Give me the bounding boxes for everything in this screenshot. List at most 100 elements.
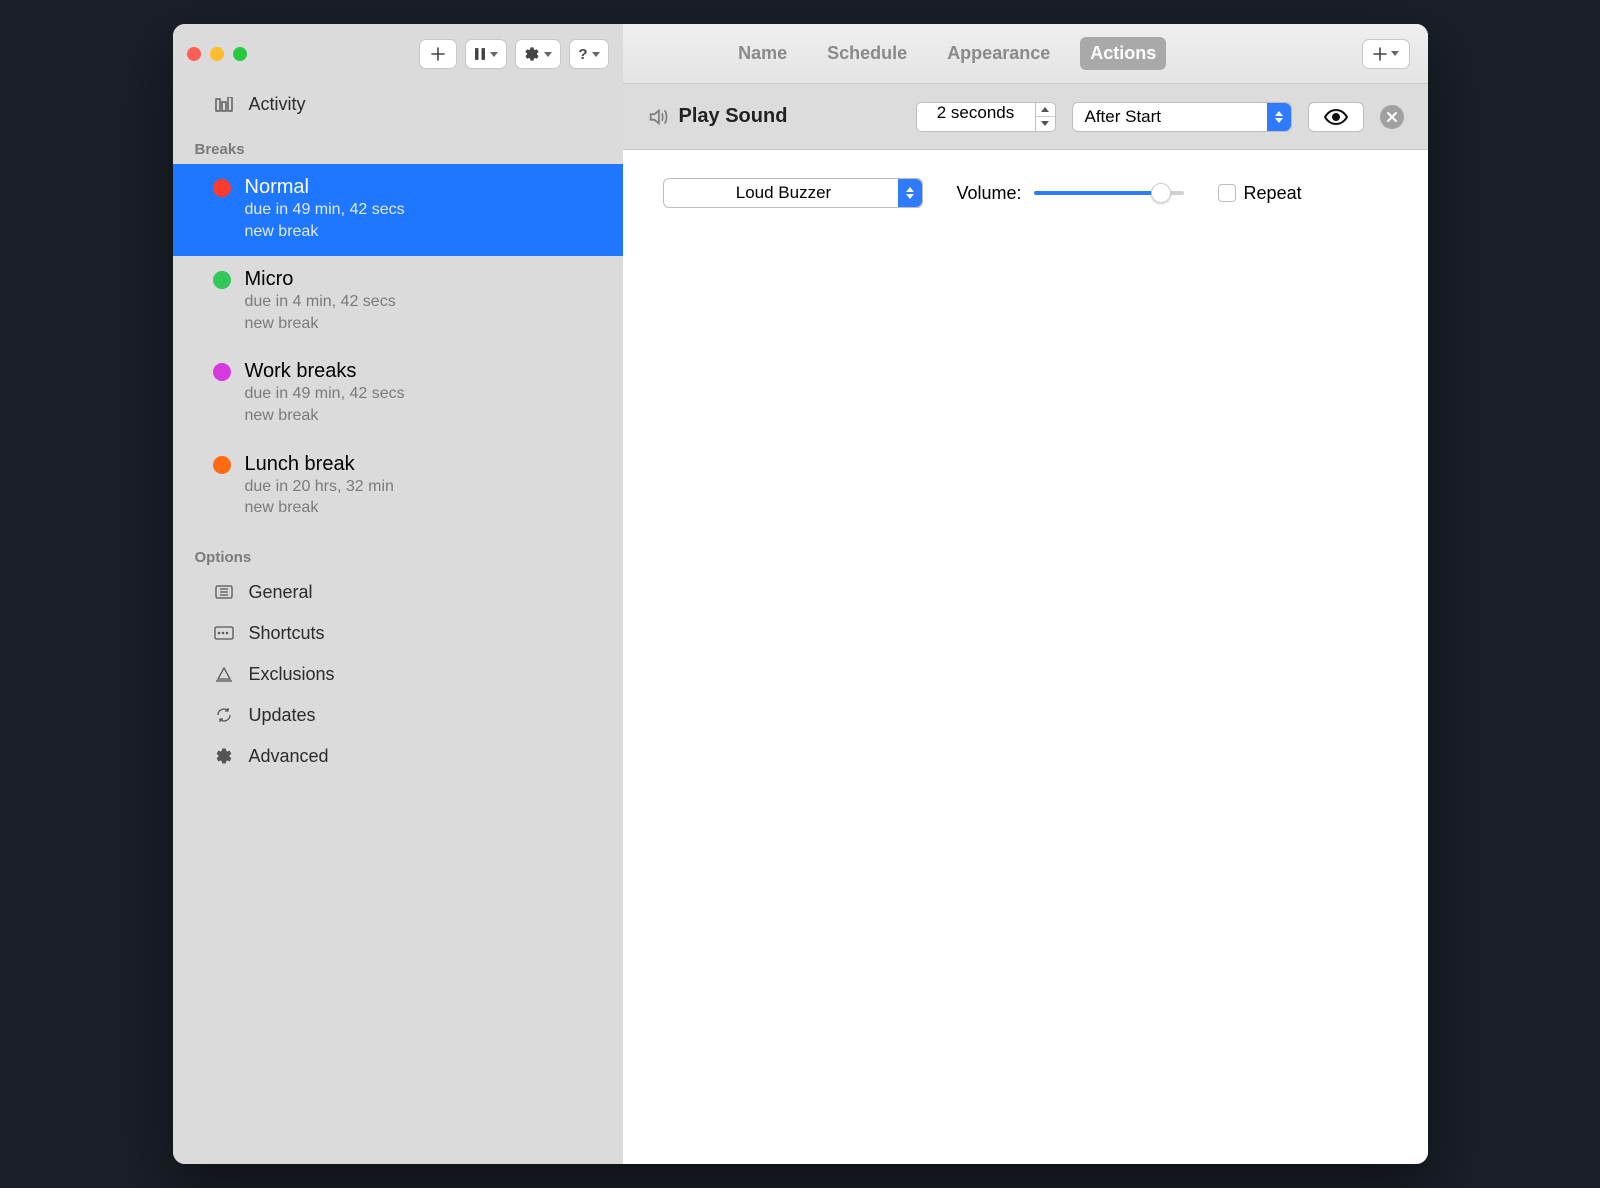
break-item-normal[interactable]: Normal due in 49 min, 42 secs new break — [173, 164, 623, 256]
option-label: Updates — [249, 705, 316, 726]
chevron-down-icon — [490, 52, 498, 57]
sidebar-toolbar: ? — [173, 24, 623, 84]
break-due: due in 49 min, 42 secs — [245, 383, 405, 405]
breaks-list: Normal due in 49 min, 42 secs new break … — [173, 164, 623, 533]
repeat-label: Repeat — [1244, 183, 1302, 204]
slider-thumb[interactable] — [1151, 183, 1171, 203]
add-break-button[interactable] — [419, 39, 457, 69]
option-label: Shortcuts — [249, 623, 325, 644]
refresh-icon — [213, 706, 235, 724]
break-note: new break — [245, 405, 405, 427]
close-window-button[interactable] — [187, 47, 201, 61]
remove-action-button[interactable] — [1380, 105, 1404, 129]
sidebar-item-shortcuts[interactable]: Shortcuts — [173, 613, 623, 654]
break-item-micro[interactable]: Micro due in 4 min, 42 secs new break — [173, 256, 623, 348]
speaker-icon — [647, 106, 669, 128]
repeat-checkbox[interactable]: Repeat — [1218, 183, 1302, 204]
timing-value: After Start — [1085, 107, 1162, 127]
color-dot — [213, 363, 231, 381]
action-title: Play Sound — [647, 105, 788, 128]
pause-icon — [474, 47, 486, 61]
question-icon: ? — [578, 46, 587, 63]
volume-label: Volume: — [957, 183, 1022, 204]
activity-icon — [213, 97, 235, 113]
break-item-lunch-break[interactable]: Lunch break due in 20 hrs, 32 min new br… — [173, 441, 623, 533]
break-due: due in 20 hrs, 32 min — [245, 476, 394, 498]
plus-icon — [431, 47, 445, 61]
sidebar-item-general[interactable]: General — [173, 572, 623, 613]
break-note: new break — [245, 497, 394, 519]
color-dot — [213, 179, 231, 197]
volume-slider[interactable] — [1034, 183, 1184, 203]
add-action-button[interactable] — [1362, 39, 1410, 69]
action-title-text: Play Sound — [679, 105, 788, 128]
gear-icon — [524, 46, 540, 62]
option-label: General — [249, 582, 313, 603]
apps-icon — [213, 666, 235, 682]
delay-input[interactable]: 2 seconds — [916, 102, 1036, 132]
delay-stepper[interactable] — [1036, 102, 1056, 132]
settings-button[interactable] — [515, 39, 561, 69]
option-label: Advanced — [249, 746, 329, 767]
break-note: new break — [245, 313, 396, 335]
sliders-icon — [213, 585, 235, 599]
checkbox-box — [1218, 184, 1236, 202]
main-pane: Name Schedule Appearance Actions Play So… — [623, 24, 1428, 1164]
break-name: Normal — [245, 176, 405, 199]
preview-button[interactable] — [1308, 102, 1364, 132]
break-due: due in 49 min, 42 secs — [245, 199, 405, 221]
timing-select[interactable]: After Start — [1072, 102, 1292, 132]
chevron-down-icon — [1391, 51, 1399, 56]
color-dot — [213, 271, 231, 289]
sound-select[interactable]: Loud Buzzer — [663, 178, 923, 208]
help-button[interactable]: ? — [569, 39, 608, 69]
minimize-window-button[interactable] — [210, 47, 224, 61]
slider-fill — [1034, 191, 1162, 195]
app-window: ? Activity Breaks Normal due in 49 min, … — [173, 24, 1428, 1164]
break-due: due in 4 min, 42 secs — [245, 291, 396, 313]
breaks-header: Breaks — [173, 125, 623, 164]
main-toolbar: Name Schedule Appearance Actions — [623, 24, 1428, 84]
sidebar-item-exclusions[interactable]: Exclusions — [173, 654, 623, 695]
window-controls — [187, 47, 247, 61]
activity-label: Activity — [249, 94, 306, 115]
chevron-down-icon — [592, 52, 600, 57]
break-item-work-breaks[interactable]: Work breaks due in 49 min, 42 secs new b… — [173, 348, 623, 440]
sidebar: ? Activity Breaks Normal due in 49 min, … — [173, 24, 623, 1164]
break-note: new break — [245, 221, 405, 243]
sound-value: Loud Buzzer — [736, 183, 831, 203]
pause-button[interactable] — [465, 39, 507, 69]
select-arrows-icon — [898, 179, 922, 207]
tab-schedule[interactable]: Schedule — [817, 37, 917, 70]
tab-appearance[interactable]: Appearance — [937, 37, 1060, 70]
chevron-up-icon — [1041, 107, 1049, 112]
options-header: Options — [173, 533, 623, 572]
break-name: Work breaks — [245, 360, 405, 383]
x-icon — [1386, 111, 1398, 123]
delay-field: 2 seconds — [916, 102, 1056, 132]
option-label: Exclusions — [249, 664, 335, 685]
action-body: Loud Buzzer Volume: Repeat — [623, 150, 1428, 236]
break-name: Lunch break — [245, 453, 394, 476]
chevron-down-icon — [1041, 121, 1049, 126]
sidebar-item-advanced[interactable]: Advanced — [173, 736, 623, 777]
action-header: Play Sound 2 seconds After Start — [623, 84, 1428, 150]
gear-icon — [213, 747, 235, 765]
break-name: Micro — [245, 268, 396, 291]
color-dot — [213, 456, 231, 474]
eye-icon — [1324, 109, 1348, 125]
keyboard-icon — [213, 626, 235, 640]
tab-bar: Name Schedule Appearance Actions — [728, 37, 1166, 70]
chevron-down-icon — [544, 52, 552, 57]
select-arrows-icon — [1267, 103, 1291, 131]
zoom-window-button[interactable] — [233, 47, 247, 61]
volume-control: Volume: — [957, 183, 1184, 204]
plus-icon — [1373, 47, 1387, 61]
stepper-down[interactable] — [1036, 117, 1055, 131]
tab-name[interactable]: Name — [728, 37, 797, 70]
sidebar-item-activity[interactable]: Activity — [173, 84, 623, 125]
tab-actions[interactable]: Actions — [1080, 37, 1166, 70]
stepper-up[interactable] — [1036, 103, 1055, 118]
options-list: General Shortcuts Exclusions Updates — [173, 572, 623, 777]
sidebar-item-updates[interactable]: Updates — [173, 695, 623, 736]
